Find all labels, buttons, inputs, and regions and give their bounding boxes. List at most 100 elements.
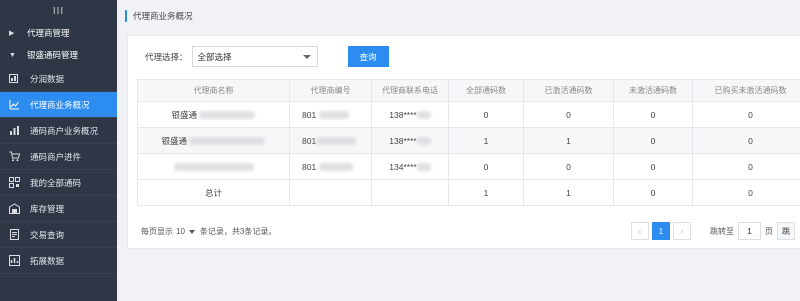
total-codes-cell: 0 — [448, 101, 524, 128]
redacted-text — [416, 163, 431, 172]
column-header[interactable]: 全部通码数 — [448, 79, 524, 102]
sidebar-item-all-codes[interactable]: 我的全部通码 — [0, 170, 117, 196]
activated-codes-cell: 0 — [523, 153, 614, 180]
sidebar-group-agent-management[interactable]: ▶ 代理商管理 — [0, 22, 117, 44]
bought-inactive-codes-sum-cell: 0 — [692, 179, 800, 206]
empty-cell — [371, 179, 449, 206]
agent-overview-table: 代理商名称 代理商编号 代理商联系电话 全部通码数 已激活通码数 未激活通码数 … — [137, 79, 800, 206]
page-unit-label: 页 — [765, 226, 773, 236]
jump-label: 跳转至 — [710, 226, 734, 236]
sidebar-item-profit-data[interactable]: 分润数据 — [0, 66, 117, 92]
empty-cell — [289, 179, 372, 206]
sidebar-item-label: 通码商户进件 — [30, 151, 82, 162]
sidebar-item-label: 我的全部通码 — [30, 177, 82, 188]
sidebar-group-code-management[interactable]: ▼ 银盛通码管理 — [0, 44, 117, 66]
page-number-button[interactable]: 1 — [652, 222, 670, 240]
inactive-codes-sum-cell: 0 — [613, 179, 693, 206]
agent-select-label: 代理选择： — [145, 51, 188, 62]
sidebar-item-merchant-overview[interactable]: 通码商户业务概况 — [0, 118, 117, 144]
sidebar-item-agent-overview[interactable]: 代理商业务概况 — [0, 92, 117, 118]
redacted-text — [318, 163, 353, 172]
sidebar-item-transactions[interactable]: 交易查询 — [0, 222, 117, 248]
agent-select[interactable]: 全部选择 — [191, 46, 318, 67]
sidebar: III ▶ 代理商管理 ▼ 银盛通码管理 分润数据 代理商业务概况 通码商户业务… — [0, 0, 117, 301]
agent-phone-cell: 134**** — [371, 153, 449, 180]
total-codes-cell: 0 — [448, 153, 524, 180]
bought-inactive-codes-cell: 0 — [692, 127, 800, 154]
sidebar-item-merchant-onboarding[interactable]: 通码商户进件 — [0, 144, 117, 170]
sidebar-item-label: 代理商业务概况 — [30, 99, 90, 110]
chevron-down-icon: ▼ — [9, 51, 16, 59]
filter-bar: 代理选择： 全部选择 查询 — [145, 46, 389, 67]
transaction-icon — [9, 229, 20, 240]
table-header-row: 代理商名称 代理商编号 代理商联系电话 全部通码数 已激活通码数 未激活通码数 … — [137, 79, 800, 102]
sidebar-item-label: 通码商户业务概况 — [30, 125, 99, 136]
next-page-button[interactable]: › — [673, 222, 691, 240]
column-header[interactable]: 已激活通码数 — [523, 79, 614, 102]
expand-data-icon — [9, 255, 20, 266]
cart-icon — [9, 151, 20, 162]
activated-codes-cell: 1 — [523, 127, 614, 154]
activated-codes-cell: 0 — [523, 101, 614, 128]
column-header[interactable]: 代理商编号 — [289, 79, 372, 102]
caret-down-icon[interactable] — [188, 229, 195, 234]
agent-name-cell: 银盛通 — [137, 127, 290, 154]
main-content: 代理商业务概况 代理选择： 全部选择 查询 代理商名称 代理商编号 代理商联系电… — [117, 0, 800, 301]
sidebar-group-label: 银盛通码管理 — [27, 50, 79, 60]
query-button[interactable]: 查询 — [347, 46, 389, 67]
table-row[interactable]: 银盛通 801 138**** 0 0 0 0 — [137, 101, 800, 128]
redacted-text — [416, 111, 431, 120]
agent-select-value: 全部选择 — [197, 51, 232, 62]
table-row[interactable]: 801 134**** 0 0 0 0 — [137, 153, 800, 180]
column-header[interactable]: 未激活通码数 — [613, 79, 693, 102]
total-codes-cell: 1 — [448, 127, 524, 154]
sidebar-item-label: 拓展数据 — [30, 255, 65, 266]
sidebar-item-inventory[interactable]: 库存管理 — [0, 196, 117, 222]
agent-code-cell: 801 — [289, 101, 372, 128]
agent-code-cell: 801 — [289, 127, 372, 154]
qr-code-icon — [9, 177, 20, 188]
page-size-info: 每页显示 10 条记录，共3条记录。 — [141, 226, 276, 237]
agent-name-cell: 银盛通 — [137, 101, 290, 128]
page-header: 代理商业务概况 — [125, 10, 193, 22]
sidebar-item-label: 分润数据 — [30, 73, 65, 84]
jump-page-input[interactable]: 1 — [738, 222, 761, 240]
menu-toggle-icon[interactable]: III — [0, 0, 117, 22]
bought-inactive-codes-cell: 0 — [692, 153, 800, 180]
content-panel: 代理选择： 全部选择 查询 代理商名称 代理商编号 代理商联系电话 全部通码数 … — [127, 35, 800, 249]
activated-codes-sum-cell: 1 — [523, 179, 614, 206]
per-page-select[interactable]: 10 — [176, 227, 185, 236]
page-title: 代理商业务概况 — [133, 11, 193, 21]
sidebar-item-label: 库存管理 — [30, 203, 65, 214]
title-accent-bar — [125, 10, 127, 22]
caret-down-icon — [302, 54, 311, 59]
inactive-codes-cell: 0 — [613, 153, 693, 180]
inventory-icon — [9, 203, 20, 214]
redacted-text — [318, 111, 349, 120]
trend-chart-icon — [9, 99, 20, 110]
chart-card-icon — [9, 73, 20, 84]
agent-code-cell: 801 — [289, 153, 372, 180]
redacted-text — [173, 163, 254, 172]
agent-name-cell — [137, 153, 290, 180]
redacted-text — [416, 137, 431, 146]
inactive-codes-cell: 0 — [613, 101, 693, 128]
sidebar-item-expansion-data[interactable]: 拓展数据 — [0, 248, 117, 274]
redacted-text — [189, 137, 266, 146]
total-codes-sum-cell: 1 — [448, 179, 524, 206]
table-row[interactable]: 银盛通 801 138**** 1 1 0 0 — [137, 127, 800, 154]
record-count-text: 条记录，共3条记录。 — [199, 227, 277, 236]
agent-phone-cell: 138**** — [371, 101, 449, 128]
bought-inactive-codes-cell: 0 — [692, 101, 800, 128]
prev-page-button[interactable]: ‹ — [631, 222, 649, 240]
column-header[interactable]: 代理商名称 — [137, 79, 290, 102]
total-label-cell: 总计 — [137, 179, 290, 206]
total-row: 总计 1 1 0 0 — [137, 179, 800, 206]
inactive-codes-cell: 0 — [613, 127, 693, 154]
per-page-prefix: 每页显示 — [141, 227, 173, 236]
column-header[interactable]: 代理商联系电话 — [371, 79, 449, 102]
column-header[interactable]: 已购买未激活通码数 — [692, 79, 800, 102]
bar-chart-icon — [9, 125, 20, 136]
go-button[interactable]: 跳 — [777, 222, 795, 240]
redacted-text — [199, 111, 256, 120]
